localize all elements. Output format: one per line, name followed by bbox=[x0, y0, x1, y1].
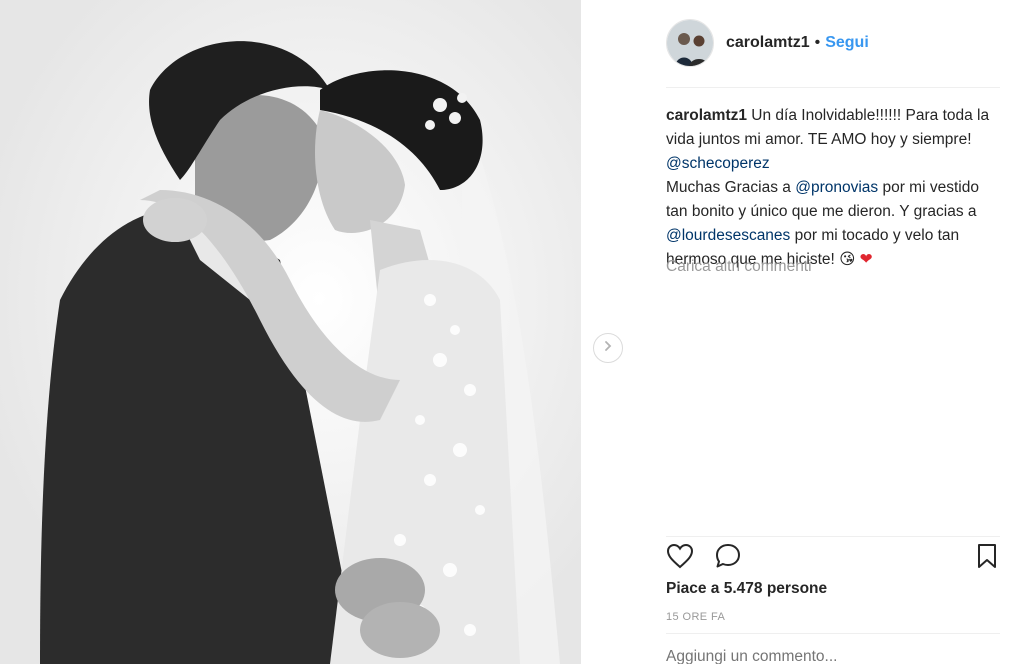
avatar[interactable] bbox=[666, 19, 714, 67]
post-caption: carolamtz1 Un día Inolvidable!!!!!! Para… bbox=[666, 104, 1000, 272]
comment-icon[interactable] bbox=[714, 543, 742, 574]
heart-icon[interactable] bbox=[666, 543, 694, 574]
likes-count[interactable]: Piace a 5.478 persone bbox=[666, 580, 827, 598]
follow-button[interactable]: Segui bbox=[825, 34, 869, 52]
caption-text-2: Muchas Gracias a bbox=[666, 179, 796, 196]
caption-author[interactable]: carolamtz1 bbox=[666, 107, 747, 124]
comment-divider bbox=[666, 633, 1000, 634]
separator-dot: • bbox=[814, 34, 821, 51]
load-more-comments-button[interactable]: Carica altri commenti bbox=[666, 258, 812, 276]
post-actions bbox=[666, 543, 1000, 571]
heart-emoji: ❤ bbox=[859, 251, 873, 268]
mention-link[interactable]: @schecoperez bbox=[666, 155, 770, 172]
bookmark-icon[interactable] bbox=[976, 543, 998, 574]
carousel-next-button[interactable] bbox=[593, 333, 623, 363]
post-photo[interactable] bbox=[0, 0, 581, 664]
mention-link[interactable]: @lourdesescanes bbox=[666, 227, 790, 244]
post-details-panel: carolamtz1 • Segui carolamtz1 Un día Ino… bbox=[650, 0, 1024, 664]
wedding-photo-illustration bbox=[0, 0, 581, 664]
actions-divider bbox=[666, 536, 1000, 537]
post-header: carolamtz1 • Segui bbox=[666, 18, 869, 68]
comment-input[interactable] bbox=[666, 648, 1000, 664]
header-divider bbox=[666, 87, 1000, 88]
post-timestamp[interactable]: 15 ORE FA bbox=[666, 611, 725, 623]
chevron-right-icon bbox=[602, 339, 614, 357]
username-link[interactable]: carolamtz1 bbox=[726, 34, 810, 52]
kiss-emoji: 😘 bbox=[839, 251, 856, 268]
mention-link[interactable]: @pronovias bbox=[795, 179, 878, 196]
